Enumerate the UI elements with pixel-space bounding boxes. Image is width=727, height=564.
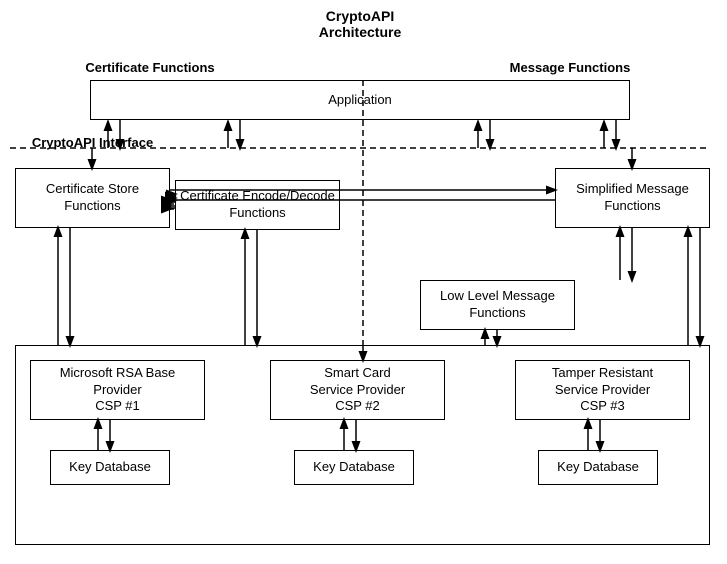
cert-store-box: Certificate StoreFunctions <box>15 168 170 228</box>
title-label: CryptoAPIArchitecture <box>280 8 440 40</box>
key-db3-box: Key Database <box>538 450 658 485</box>
message-functions-label: Message Functions <box>490 60 650 75</box>
key-db1-box: Key Database <box>50 450 170 485</box>
rsa-provider-box: Microsoft RSA BaseProviderCSP #1 <box>30 360 205 420</box>
cryptoapi-interface-label: CryptoAPI Interface <box>10 135 175 150</box>
cert-functions-label: Certificate Functions <box>60 60 240 75</box>
diagram: CryptoAPIArchitecture Certificate Functi… <box>0 0 727 564</box>
cert-encode-box: Certificate Encode/DecodeFunctions <box>175 180 340 230</box>
low-level-message-box: Low Level MessageFunctions <box>420 280 575 330</box>
smart-card-box: Smart CardService ProviderCSP #2 <box>270 360 445 420</box>
tamper-resistant-box: Tamper ResistantService ProviderCSP #3 <box>515 360 690 420</box>
simplified-message-box: Simplified MessageFunctions <box>555 168 710 228</box>
application-box: Application <box>90 80 630 120</box>
key-db2-box: Key Database <box>294 450 414 485</box>
